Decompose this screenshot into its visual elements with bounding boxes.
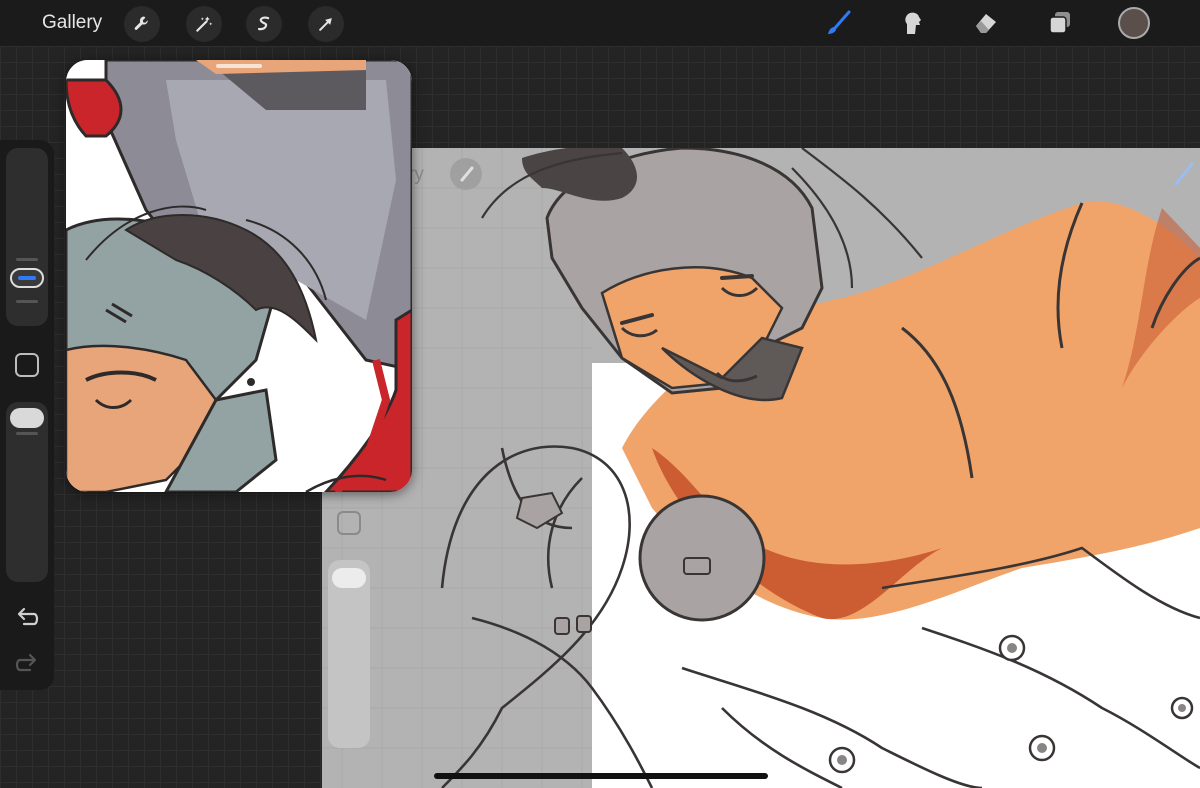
- reference-window[interactable]: [66, 60, 412, 492]
- transform-arrow-icon[interactable]: [308, 6, 344, 42]
- drawing-canvas[interactable]: ry: [322, 148, 1200, 788]
- reference-image: [66, 60, 412, 492]
- color-picker-swatch[interactable]: [1118, 7, 1150, 39]
- brush-icon[interactable]: [822, 7, 854, 39]
- eraser-icon[interactable]: [970, 7, 1002, 39]
- brush-size-thumb[interactable]: [10, 268, 44, 288]
- left-sidebar: [0, 140, 54, 690]
- magic-wand-icon[interactable]: [186, 6, 222, 42]
- layers-icon[interactable]: [1044, 7, 1076, 39]
- modify-button[interactable]: [15, 353, 39, 377]
- undo-icon[interactable]: [14, 606, 40, 632]
- artwork: ry: [322, 148, 1200, 788]
- redo-icon[interactable]: [14, 650, 40, 676]
- gallery-button[interactable]: Gallery: [42, 12, 102, 34]
- home-indicator[interactable]: [434, 773, 768, 779]
- smudge-icon[interactable]: [896, 7, 928, 39]
- wrench-icon[interactable]: [124, 6, 160, 42]
- opacity-slider[interactable]: [6, 402, 48, 582]
- slider-tick: [16, 300, 38, 303]
- opacity-thumb[interactable]: [10, 408, 44, 428]
- slider-tick: [16, 432, 38, 435]
- brush-size-slider[interactable]: [6, 148, 48, 326]
- ghost-slider: [328, 560, 370, 748]
- top-toolbar: Gallery: [0, 0, 1200, 46]
- reference-drag-handle[interactable]: [216, 64, 262, 68]
- selection-icon[interactable]: [246, 6, 282, 42]
- slider-tick: [16, 258, 38, 261]
